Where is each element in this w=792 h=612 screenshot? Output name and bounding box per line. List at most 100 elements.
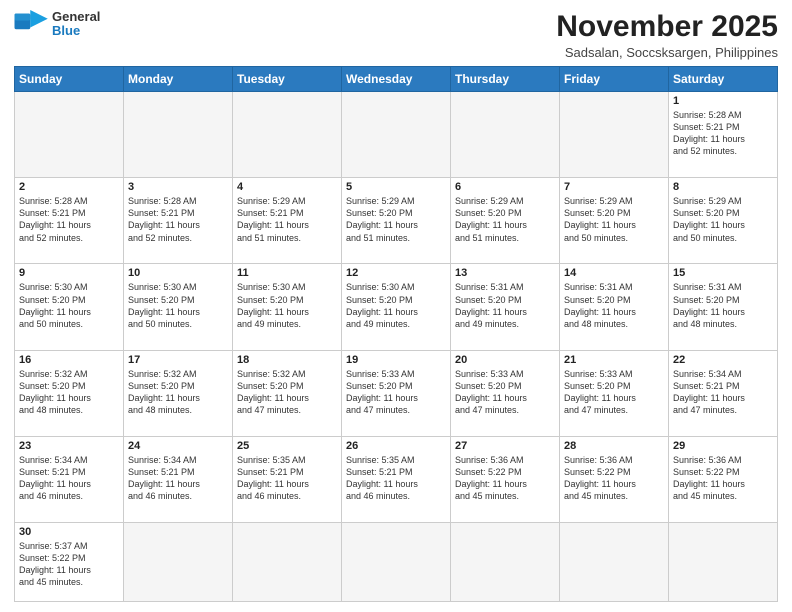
day-info: Sunrise: 5:31 AM Sunset: 5:20 PM Dayligh… [673,281,773,330]
day-info: Sunrise: 5:34 AM Sunset: 5:21 PM Dayligh… [128,454,228,503]
table-row [342,523,451,602]
weekday-header-row: Sunday Monday Tuesday Wednesday Thursday… [15,67,778,92]
day-number: 15 [673,267,773,279]
table-row: 6Sunrise: 5:29 AM Sunset: 5:20 PM Daylig… [451,178,560,264]
title-area: November 2025 Sadsalan, Soccsksargen, Ph… [556,10,778,60]
day-number: 4 [237,181,337,193]
day-info: Sunrise: 5:36 AM Sunset: 5:22 PM Dayligh… [673,454,773,503]
day-info: Sunrise: 5:35 AM Sunset: 5:21 PM Dayligh… [346,454,446,503]
logo-blue: Blue [52,24,100,38]
day-info: Sunrise: 5:29 AM Sunset: 5:20 PM Dayligh… [346,195,446,244]
table-row: 19 Sunrise: 5:33 AM Sunset: 5:20 PM Dayli… [342,350,451,436]
table-row: 2Sunrise: 5:28 AM Sunset: 5:21 PM Daylig… [15,178,124,264]
table-row [233,523,342,602]
day-number: 12 [346,267,446,279]
day-number: 25 [237,440,337,452]
day-info: Sunrise: 5:28 AM Sunset: 5:21 PM Dayligh… [673,109,773,158]
logo-text: General Blue [52,10,100,39]
calendar-week-row: 23 Sunrise: 5:34 AM Sunset: 5:21 PM Dayli… [15,436,778,522]
month-title: November 2025 [556,10,778,43]
header-monday: Monday [124,67,233,92]
table-row: 22 Sunrise: 5:34 AM Sunset: 5:21 PM Dayli… [669,350,778,436]
day-number: 30 [19,526,119,538]
table-row: 21Sunrise: 5:33 AM Sunset: 5:20 PM Dayli… [560,350,669,436]
day-number: 13 [455,267,555,279]
day-info: Sunrise: 5:30 AM Sunset: 5:20 PM Dayligh… [237,281,337,330]
table-row [451,92,560,178]
table-row [342,92,451,178]
header-thursday: Thursday [451,67,560,92]
day-info: Sunrise: 5:31 AM Sunset: 5:20 PM Dayligh… [564,281,664,330]
calendar-week-row: 9Sunrise: 5:30 AM Sunset: 5:20 PM Daylig… [15,264,778,350]
table-row: 12Sunrise: 5:30 AM Sunset: 5:20 PM Dayli… [342,264,451,350]
table-row: 14 Sunrise: 5:31 AM Sunset: 5:20 PM Dayli… [560,264,669,350]
table-row: 20 Sunrise: 5:33 AM Sunset: 5:20 PM Dayli… [451,350,560,436]
day-info: Sunrise: 5:32 AM Sunset: 5:20 PM Dayligh… [237,368,337,417]
table-row: 7 Sunrise: 5:29 AM Sunset: 5:20 PM Daylig… [560,178,669,264]
day-number: 19 [346,354,446,366]
table-row: 13 Sunrise: 5:31 AM Sunset: 5:20 PM Dayli… [451,264,560,350]
day-number: 23 [19,440,119,452]
day-number: 10 [128,267,228,279]
day-info: Sunrise: 5:29 AM Sunset: 5:20 PM Dayligh… [455,195,555,244]
day-number: 27 [455,440,555,452]
logo: General Blue [14,10,100,39]
day-number: 1 [673,95,773,107]
day-info: Sunrise: 5:36 AM Sunset: 5:22 PM Dayligh… [455,454,555,503]
day-info: Sunrise: 5:32 AM Sunset: 5:20 PM Dayligh… [19,368,119,417]
day-info: Sunrise: 5:34 AM Sunset: 5:21 PM Dayligh… [19,454,119,503]
day-number: 16 [19,354,119,366]
header-sunday: Sunday [15,67,124,92]
table-row [124,523,233,602]
table-row: 26Sunrise: 5:35 AM Sunset: 5:21 PM Dayli… [342,436,451,522]
day-info: Sunrise: 5:30 AM Sunset: 5:20 PM Dayligh… [128,281,228,330]
table-row [15,92,124,178]
day-info: Sunrise: 5:32 AM Sunset: 5:20 PM Dayligh… [128,368,228,417]
day-number: 20 [455,354,555,366]
table-row: 8 Sunrise: 5:29 AM Sunset: 5:20 PM Daylig… [669,178,778,264]
page: General Blue November 2025 Sadsalan, Soc… [0,0,792,612]
day-info: Sunrise: 5:37 AM Sunset: 5:22 PM Dayligh… [19,540,119,589]
day-number: 17 [128,354,228,366]
day-number: 14 [564,267,664,279]
table-row: 11 Sunrise: 5:30 AM Sunset: 5:20 PM Dayli… [233,264,342,350]
table-row: 1 Sunrise: 5:28 AM Sunset: 5:21 PM Daylig… [669,92,778,178]
location-subtitle: Sadsalan, Soccsksargen, Philippines [556,45,778,60]
day-number: 2 [19,181,119,193]
table-row: 18 Sunrise: 5:32 AM Sunset: 5:20 PM Dayli… [233,350,342,436]
logo-area: General Blue [14,10,100,39]
logo-icon [14,10,50,38]
day-number: 24 [128,440,228,452]
day-info: Sunrise: 5:30 AM Sunset: 5:20 PM Dayligh… [19,281,119,330]
calendar: Sunday Monday Tuesday Wednesday Thursday… [14,66,778,602]
day-number: 3 [128,181,228,193]
table-row [124,92,233,178]
table-row [560,92,669,178]
day-number: 8 [673,181,773,193]
day-number: 11 [237,267,337,279]
logo-general: General [52,10,100,24]
table-row: 25 Sunrise: 5:35 AM Sunset: 5:21 PM Dayli… [233,436,342,522]
day-number: 7 [564,181,664,193]
table-row [669,523,778,602]
day-number: 18 [237,354,337,366]
table-row: 5Sunrise: 5:29 AM Sunset: 5:20 PM Daylig… [342,178,451,264]
table-row [560,523,669,602]
table-row [451,523,560,602]
day-info: Sunrise: 5:34 AM Sunset: 5:21 PM Dayligh… [673,368,773,417]
header-saturday: Saturday [669,67,778,92]
day-number: 22 [673,354,773,366]
header: General Blue November 2025 Sadsalan, Soc… [14,10,778,60]
calendar-week-row: 1 Sunrise: 5:28 AM Sunset: 5:21 PM Daylig… [15,92,778,178]
table-row: 30 Sunrise: 5:37 AM Sunset: 5:22 PM Dayli… [15,523,124,602]
table-row: 10 Sunrise: 5:30 AM Sunset: 5:20 PM Dayli… [124,264,233,350]
day-info: Sunrise: 5:35 AM Sunset: 5:21 PM Dayligh… [237,454,337,503]
day-info: Sunrise: 5:31 AM Sunset: 5:20 PM Dayligh… [455,281,555,330]
day-info: Sunrise: 5:29 AM Sunset: 5:20 PM Dayligh… [564,195,664,244]
table-row: 3Sunrise: 5:28 AM Sunset: 5:21 PM Daylig… [124,178,233,264]
header-wednesday: Wednesday [342,67,451,92]
day-info: Sunrise: 5:33 AM Sunset: 5:20 PM Dayligh… [455,368,555,417]
day-info: Sunrise: 5:29 AM Sunset: 5:20 PM Dayligh… [673,195,773,244]
table-row: 9Sunrise: 5:30 AM Sunset: 5:20 PM Daylig… [15,264,124,350]
day-info: Sunrise: 5:33 AM Sunset: 5:20 PM Dayligh… [346,368,446,417]
